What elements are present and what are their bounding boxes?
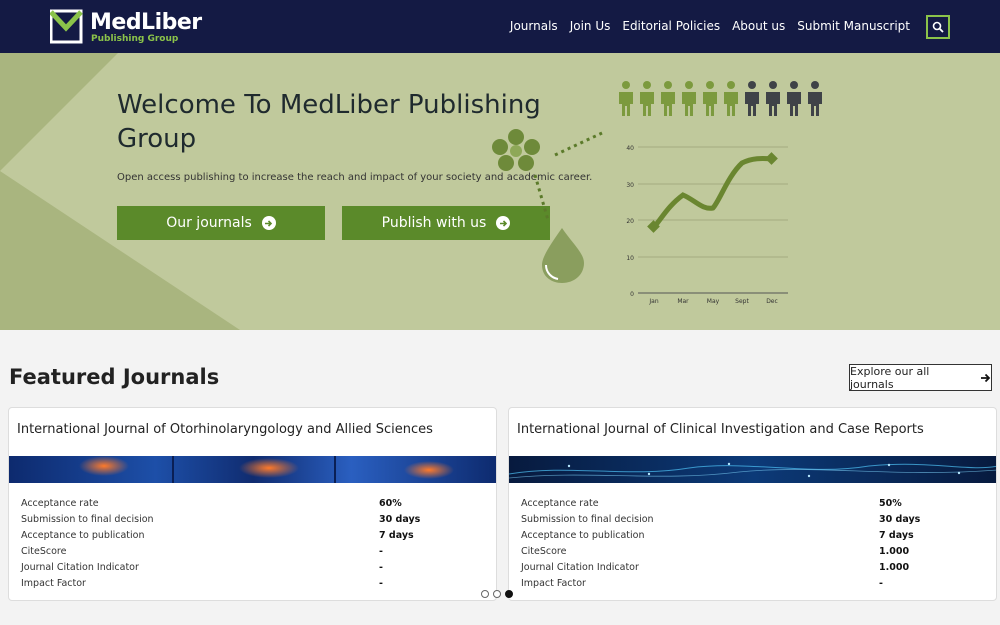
person-figure — [787, 81, 801, 116]
stat-label: Acceptance rate — [521, 497, 599, 509]
journal-banner-image — [9, 456, 496, 483]
our-journals-label: Our journals — [166, 215, 252, 231]
journal-stats: Acceptance rate 60% Submission to final d… — [21, 495, 481, 591]
stat-value: 30 days — [379, 513, 421, 525]
stat-row: Acceptance to publication 7 days — [21, 527, 481, 543]
stat-value: - — [879, 577, 883, 589]
x-tick-jan: Jan — [648, 298, 658, 305]
logo-title: MedLiber — [90, 10, 202, 35]
chart-point-end — [765, 152, 778, 165]
stat-row: Impact Factor - — [521, 575, 981, 591]
stat-row: Submission to final decision 30 days — [521, 511, 981, 527]
explore-journals-label: Explore our all journals — [850, 364, 930, 391]
person-figure — [703, 81, 717, 116]
y-tick-40: 40 — [626, 145, 634, 152]
main-nav: Journals Join Us Editorial Policies Abou… — [510, 19, 910, 33]
stat-row: Journal Citation Indicator - — [21, 559, 481, 575]
journal-stats: Acceptance rate 50% Submission to final d… — [521, 495, 981, 591]
carousel-dots — [481, 590, 513, 598]
stat-value: 60% — [379, 497, 402, 509]
stat-row: CiteScore 1.000 — [521, 543, 981, 559]
stat-label: Submission to final decision — [21, 513, 154, 525]
stat-value: 1.000 — [879, 545, 910, 557]
site-header: MedLiber Publishing Group Journals Join … — [0, 0, 1000, 53]
search-button[interactable] — [926, 15, 950, 39]
nav-submit-manuscript[interactable]: Submit Manuscript — [797, 19, 910, 33]
stat-label: Acceptance to publication — [21, 529, 145, 541]
chart-line — [651, 156, 775, 230]
y-tick-0: 0 — [630, 291, 634, 298]
stat-value: 7 days — [879, 529, 914, 541]
nav-join-us[interactable]: Join Us — [570, 19, 611, 33]
flower-illustration — [492, 129, 603, 283]
x-tick-sept: Sept — [735, 298, 749, 305]
stat-value: 7 days — [379, 529, 414, 541]
nav-journals[interactable]: Journals — [510, 19, 558, 33]
journal-banner-image — [509, 456, 996, 483]
stat-row: Journal Citation Indicator 1.000 — [521, 559, 981, 575]
stat-label: Submission to final decision — [521, 513, 654, 525]
stat-label: Journal Citation Indicator — [521, 561, 639, 573]
stat-label: Journal Citation Indicator — [21, 561, 139, 573]
y-tick-30: 30 — [626, 182, 634, 189]
stat-value: - — [379, 545, 383, 557]
y-tick-20: 20 — [626, 218, 634, 225]
stat-row: CiteScore - — [21, 543, 481, 559]
people-illustration — [619, 81, 822, 116]
stat-label: Acceptance rate — [21, 497, 99, 509]
stat-value: - — [379, 577, 383, 589]
stat-label: Acceptance to publication — [521, 529, 645, 541]
person-figure — [724, 81, 738, 116]
x-tick-may: May — [707, 298, 720, 305]
explore-journals-button[interactable]: Explore our all journals — [849, 364, 992, 391]
stat-value: 1.000 — [879, 561, 910, 573]
stat-row: Acceptance rate 60% — [21, 495, 481, 511]
person-figure — [619, 81, 633, 116]
publish-with-us-label: Publish with us — [381, 215, 487, 231]
search-icon — [932, 21, 944, 33]
journal-card-title[interactable]: International Journal of Otorhinolaryngo… — [17, 422, 433, 437]
logo-mark-icon — [50, 9, 83, 44]
journal-card[interactable]: International Journal of Clinical Invest… — [508, 407, 997, 601]
journal-card-title[interactable]: International Journal of Clinical Invest… — [517, 422, 924, 437]
stat-label: Impact Factor — [21, 577, 86, 589]
stat-label: Impact Factor — [521, 577, 586, 589]
carousel-dot-3[interactable] — [505, 590, 513, 598]
x-tick-dec: Dec — [766, 298, 778, 305]
arrow-right-icon — [261, 216, 276, 230]
stat-row: Acceptance to publication 7 days — [521, 527, 981, 543]
nav-about-us[interactable]: About us — [732, 19, 785, 33]
person-figure — [640, 81, 654, 116]
person-figure — [661, 81, 675, 116]
hero-banner: Welcome To MedLiber Publishing Group Ope… — [0, 53, 1000, 330]
stat-label: CiteScore — [21, 545, 67, 557]
x-tick-mar: Mar — [677, 298, 689, 305]
stat-label: CiteScore — [521, 545, 567, 557]
person-figure — [745, 81, 759, 116]
featured-journals-heading: Featured Journals — [9, 365, 220, 389]
person-figure — [682, 81, 696, 116]
carousel-dot-1[interactable] — [481, 590, 489, 598]
logo[interactable]: MedLiber Publishing Group — [50, 8, 202, 46]
y-tick-10: 10 — [626, 255, 634, 262]
stat-row: Submission to final decision 30 days — [21, 511, 481, 527]
stat-value: - — [379, 561, 383, 573]
carousel-dot-2[interactable] — [493, 590, 501, 598]
stat-value: 50% — [879, 497, 902, 509]
stat-row: Impact Factor - — [21, 575, 481, 591]
arrow-right-icon — [981, 373, 991, 382]
person-figure — [766, 81, 780, 116]
stat-row: Acceptance rate 50% — [521, 495, 981, 511]
stat-value: 30 days — [879, 513, 921, 525]
growth-chart: 40 30 20 10 0 Jan Mar May Sept Dec — [626, 145, 788, 305]
nav-editorial-policies[interactable]: Editorial Policies — [622, 19, 720, 33]
person-figure — [808, 81, 822, 116]
journal-card[interactable]: International Journal of Otorhinolaryngo… — [8, 407, 497, 601]
logo-subtitle: Publishing Group — [91, 34, 179, 44]
our-journals-button[interactable]: Our journals — [117, 206, 325, 240]
